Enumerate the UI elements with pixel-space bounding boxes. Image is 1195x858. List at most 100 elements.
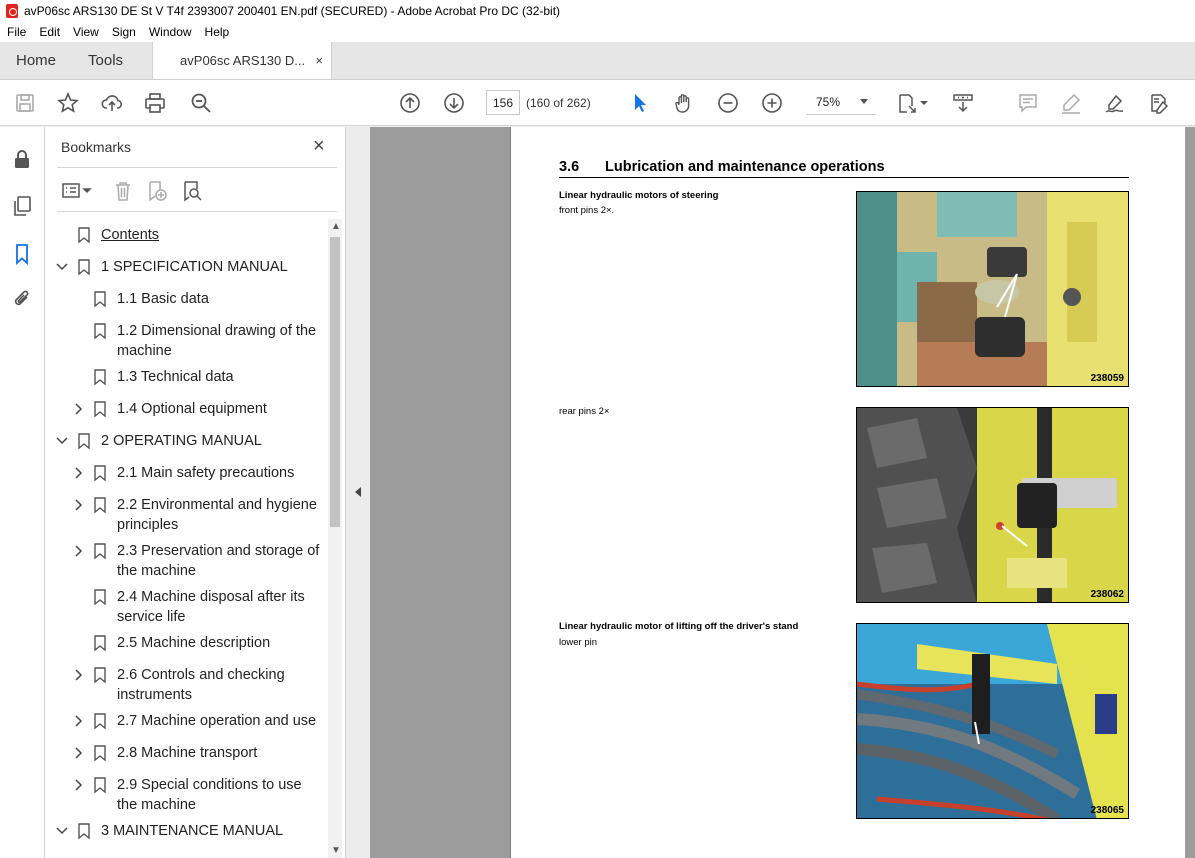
bookmark-panel-icon[interactable] bbox=[10, 242, 34, 266]
bookmark-icon bbox=[93, 463, 107, 483]
bookmark-item-machine-disposal[interactable]: 2.4 Machine disposal after its service l… bbox=[45, 587, 328, 627]
close-icon[interactable]: × bbox=[313, 135, 325, 158]
next-page-icon[interactable] bbox=[441, 90, 467, 116]
bookmark-label: 2 OPERATING MANUAL bbox=[101, 433, 262, 449]
chevron-right-icon[interactable] bbox=[72, 541, 86, 561]
tab-document[interactable]: avP06sc ARS130 D... × bbox=[152, 42, 333, 79]
upload-cloud-icon[interactable] bbox=[99, 90, 125, 116]
menu-window[interactable]: Window bbox=[142, 25, 198, 39]
bookmark-icon bbox=[93, 587, 107, 607]
bookmark-item-basic-data[interactable]: 1.1 Basic data bbox=[45, 289, 328, 309]
new-bookmark-icon[interactable] bbox=[145, 179, 169, 203]
bookmark-label: Contents bbox=[101, 227, 160, 243]
star-icon[interactable] bbox=[55, 90, 81, 116]
scroll-mode-icon[interactable] bbox=[950, 90, 976, 116]
bookmark-icon bbox=[77, 257, 91, 277]
bookmark-item-main-safety-precautions[interactable]: 2.1 Main safety precautions bbox=[45, 463, 328, 483]
bookmark-label-line2: machine bbox=[117, 343, 172, 359]
bookmarks-divider bbox=[57, 167, 337, 168]
bookmarks-toolbar bbox=[57, 175, 337, 205]
bookmark-label: 2.3 Preservation and storage of bbox=[117, 543, 320, 559]
bookmark-item-technical-data[interactable]: 1.3 Technical data bbox=[45, 367, 328, 387]
bookmark-item-controls-instruments[interactable]: 2.6 Controls and checking instruments bbox=[45, 665, 328, 705]
bookmark-label-line2: the machine bbox=[117, 563, 196, 579]
scroll-up-arrow-icon[interactable]: ▲ bbox=[331, 221, 341, 232]
bookmark-item-preservation-storage[interactable]: 2.3 Preservation and storage of the mach… bbox=[45, 541, 328, 581]
sign-icon[interactable] bbox=[1102, 90, 1128, 116]
menu-help[interactable]: Help bbox=[198, 25, 236, 39]
chevron-down-icon[interactable] bbox=[55, 431, 69, 451]
bookmark-label: 1.2 Dimensional drawing of the bbox=[117, 323, 317, 339]
previous-page-icon[interactable] bbox=[397, 90, 423, 116]
tab-tools[interactable]: Tools bbox=[72, 42, 139, 79]
zoom-out-icon[interactable] bbox=[715, 90, 741, 116]
bookmark-item-maintenance-manual[interactable]: 3 MAINTENANCE MANUAL bbox=[45, 821, 328, 841]
tab-home[interactable]: Home bbox=[0, 42, 72, 79]
bookmark-item-specification-manual[interactable]: 1 SPECIFICATION MANUAL bbox=[45, 257, 328, 277]
menu-bar: File Edit View Sign Window Help bbox=[0, 22, 1195, 42]
block-heading: Linear hydraulic motors of steering bbox=[559, 190, 719, 201]
chevron-right-icon[interactable] bbox=[72, 495, 86, 515]
menu-sign[interactable]: Sign bbox=[105, 25, 142, 39]
bookmark-item-dimensional-drawing[interactable]: 1.2 Dimensional drawing of the machine bbox=[45, 321, 328, 361]
chevron-right-icon[interactable] bbox=[72, 463, 86, 483]
tab-bar: Home Tools avP06sc ARS130 D... × bbox=[0, 42, 1195, 80]
bookmark-item-machine-transport[interactable]: 2.8 Machine transport bbox=[45, 743, 328, 763]
page-count-label: (160 of 262) bbox=[526, 96, 591, 110]
panel-splitter[interactable] bbox=[345, 127, 370, 858]
print-icon[interactable] bbox=[142, 90, 168, 116]
page-number-input[interactable]: 156 bbox=[486, 90, 520, 115]
find-bookmark-icon[interactable] bbox=[180, 179, 204, 203]
edit-pdf-icon[interactable] bbox=[1146, 90, 1172, 116]
bookmark-label: 1.3 Technical data bbox=[117, 369, 234, 385]
zoom-in-icon[interactable] bbox=[759, 90, 785, 116]
zoom-level-select[interactable]: 75% bbox=[806, 90, 876, 115]
bookmark-item-optional-equipment[interactable]: 1.4 Optional equipment bbox=[45, 399, 328, 419]
bookmarks-scrollbar[interactable]: ▲ ▼ bbox=[328, 219, 342, 858]
chevron-right-icon[interactable] bbox=[72, 775, 86, 795]
hand-tool-icon[interactable] bbox=[671, 90, 697, 116]
chevron-right-icon[interactable] bbox=[72, 665, 86, 685]
chevron-right-icon[interactable] bbox=[72, 399, 86, 419]
bookmark-item-machine-description[interactable]: 2.5 Machine description bbox=[45, 633, 328, 653]
chevron-right-icon[interactable] bbox=[72, 743, 86, 763]
attachment-paperclip-icon[interactable] bbox=[10, 287, 34, 311]
zoom-search-icon[interactable] bbox=[188, 90, 214, 116]
document-viewer[interactable]: 3.6 Lubrication and maintenance operatio… bbox=[370, 127, 1195, 858]
options-menu-icon[interactable] bbox=[61, 179, 95, 203]
collapse-panel-arrow-icon[interactable] bbox=[355, 487, 361, 497]
bookmark-item-environmental-hygiene[interactable]: 2.2 Environmental and hygiene principles bbox=[45, 495, 328, 535]
tab-document-label: avP06sc ARS130 D... bbox=[180, 53, 306, 68]
bookmark-icon bbox=[93, 633, 107, 653]
menu-view[interactable]: View bbox=[66, 25, 105, 39]
comment-icon[interactable] bbox=[1015, 90, 1041, 116]
tab-close-icon[interactable]: × bbox=[315, 53, 323, 68]
scroll-down-arrow-icon[interactable]: ▼ bbox=[331, 845, 341, 856]
pages-thumbnail-icon[interactable] bbox=[10, 194, 34, 218]
bookmark-icon bbox=[93, 367, 107, 387]
bookmark-item-special-conditions[interactable]: 2.9 Special conditions to use the machin… bbox=[45, 775, 328, 815]
block-text: lower pin bbox=[559, 637, 598, 648]
menu-file[interactable]: File bbox=[0, 25, 32, 39]
scrollbar-thumb[interactable] bbox=[330, 237, 340, 527]
chevron-right-icon[interactable] bbox=[72, 711, 86, 731]
bookmark-label: 2.2 Environmental and hygiene bbox=[117, 497, 317, 513]
lock-icon[interactable] bbox=[10, 147, 34, 171]
title-bar: avP06sc ARS130 DE St V T4f 2393007 20040… bbox=[0, 0, 1195, 22]
bookmark-icon bbox=[93, 495, 107, 515]
menu-edit[interactable]: Edit bbox=[32, 25, 66, 39]
select-cursor-icon[interactable] bbox=[627, 90, 653, 116]
chevron-down-icon[interactable] bbox=[55, 257, 69, 277]
highlight-pen-icon[interactable] bbox=[1058, 90, 1084, 116]
bookmark-icon bbox=[93, 321, 107, 341]
delete-trash-icon[interactable] bbox=[111, 179, 135, 203]
acrobat-pdf-icon bbox=[6, 4, 18, 18]
bookmark-item-operating-manual[interactable]: 2 OPERATING MANUAL bbox=[45, 431, 328, 451]
save-icon[interactable] bbox=[12, 90, 38, 116]
bookmark-icon bbox=[93, 399, 107, 419]
chevron-down-icon[interactable] bbox=[55, 821, 69, 841]
bookmark-item-contents[interactable]: Contents bbox=[45, 225, 328, 245]
page-fit-dropdown-icon[interactable] bbox=[918, 90, 930, 116]
bookmark-item-machine-operation[interactable]: 2.7 Machine operation and use bbox=[45, 711, 328, 731]
left-nav-rail bbox=[0, 127, 45, 858]
